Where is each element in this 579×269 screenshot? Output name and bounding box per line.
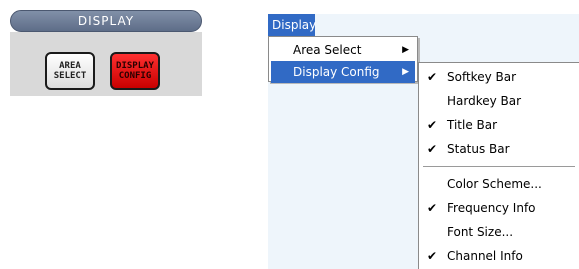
menu-item-display-config[interactable]: Display Config ▶ [271,61,415,83]
display-config-menu: ✔ Softkey Bar Hardkey Bar ✔ Title Bar ✔ … [418,62,579,269]
menu-item-title-bar[interactable]: ✔ Title Bar [421,113,579,137]
checkmark-icon: ✔ [426,70,438,84]
hardkey-panel: DISPLAY AREA SELECT DISPLAY CONFIG [0,0,210,100]
menu-item-label: Color Scheme... [447,177,542,191]
menu-item-label: Softkey Bar [447,70,517,84]
menu-item-color-scheme[interactable]: Color Scheme... [421,172,579,196]
area-select-hardkey[interactable]: AREA SELECT [45,52,95,90]
menu-item-status-bar[interactable]: ✔ Status Bar [421,137,579,161]
menu-item-label: Display Config [293,65,380,79]
submenu-arrow-icon: ▶ [402,45,409,55]
checkmark-icon: ✔ [426,118,438,132]
area-select-hardkey-line1: AREA [59,61,81,71]
display-menu: Area Select ▶ Display Config ▶ [268,36,418,83]
checkmark-icon: ✔ [426,249,438,263]
menu-separator [423,166,575,167]
checkmark-icon: ✔ [426,142,438,156]
menu-item-hardkey-bar[interactable]: Hardkey Bar [421,89,579,113]
menu-item-area-select[interactable]: Area Select ▶ [271,39,415,61]
menu-item-label: Area Select [293,43,362,57]
menu-item-label: Channel Info [447,249,523,263]
menu-item-channel-info[interactable]: ✔ Channel Info [421,244,579,268]
display-config-hardkey[interactable]: DISPLAY CONFIG [110,52,160,90]
menu-item-label: Frequency Info [447,201,536,215]
checkmark-icon: ✔ [426,201,438,215]
menu-item-label: Hardkey Bar [447,94,522,108]
menu-item-frequency-info[interactable]: ✔ Frequency Info [421,196,579,220]
menu-item-font-size[interactable]: Font Size... [421,220,579,244]
menu-item-softkey-bar[interactable]: ✔ Softkey Bar [421,65,579,89]
menu-item-label: Title Bar [447,118,498,132]
area-select-hardkey-line2: SELECT [53,71,87,81]
display-config-hardkey-line1: DISPLAY [116,61,154,71]
display-panel-header: DISPLAY [10,10,202,32]
menu-item-label: Font Size... [447,225,514,239]
menubar-display[interactable]: Display [268,14,316,36]
display-config-hardkey-line2: CONFIG [118,71,152,81]
menu-item-label: Status Bar [447,142,510,156]
hardkey-panel-body: AREA SELECT DISPLAY CONFIG [10,32,202,96]
submenu-arrow-icon: ▶ [402,67,409,77]
